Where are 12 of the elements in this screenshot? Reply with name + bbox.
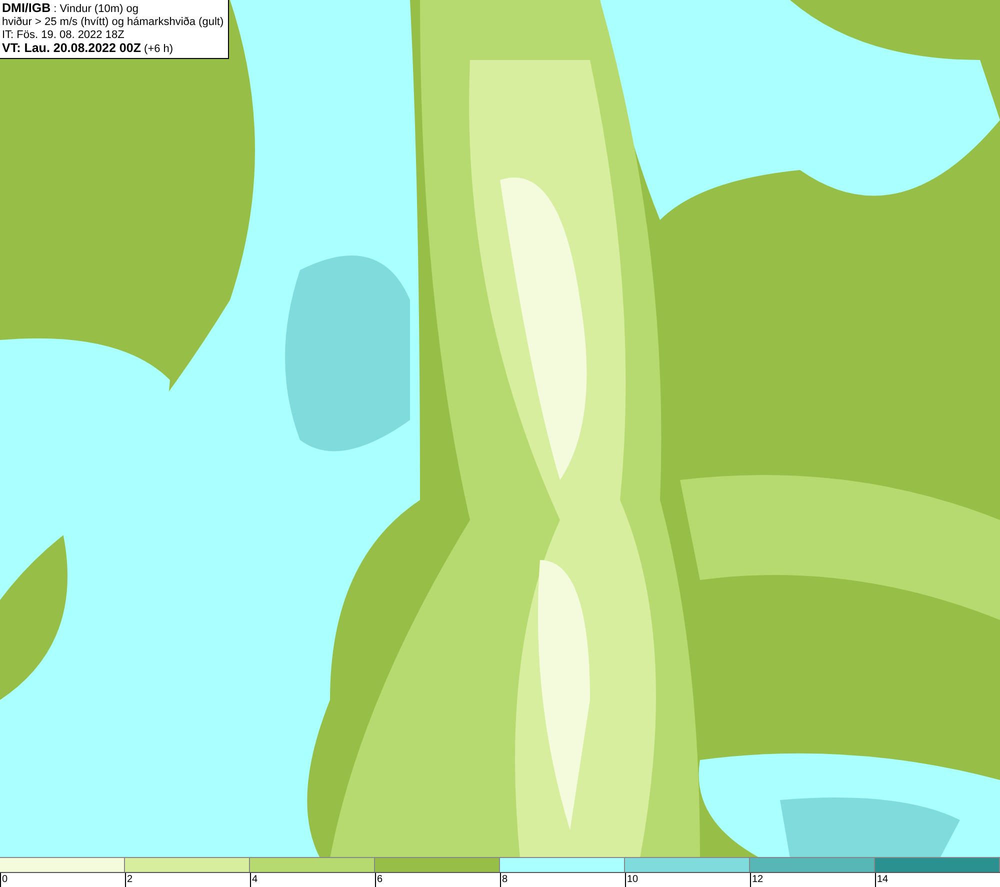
legend-tick-label: 8 (500, 873, 508, 887)
legend-tick-label: 0 (0, 873, 8, 887)
legend-tick-label: 4 (250, 873, 258, 887)
legend-tick-label: 12 (750, 873, 764, 887)
legend-tick-label: 6 (375, 873, 383, 887)
title-line: hviður > 25 m/s (hvítt) og hámarkshviða (gult) (2, 16, 224, 29)
legend-tick-label: 2 (125, 873, 133, 887)
title-line: IT: Fös. 19. 08. 2022 18Z (2, 29, 126, 42)
title-line: DMI/IGB : Vindur (10m) og (2, 2, 140, 16)
title-line: VT: Lau. 20.08.2022 00Z (+6 h) (2, 42, 174, 56)
legend-tick-label: 10 (625, 873, 638, 887)
legend-tick-label: 14 (875, 873, 888, 887)
